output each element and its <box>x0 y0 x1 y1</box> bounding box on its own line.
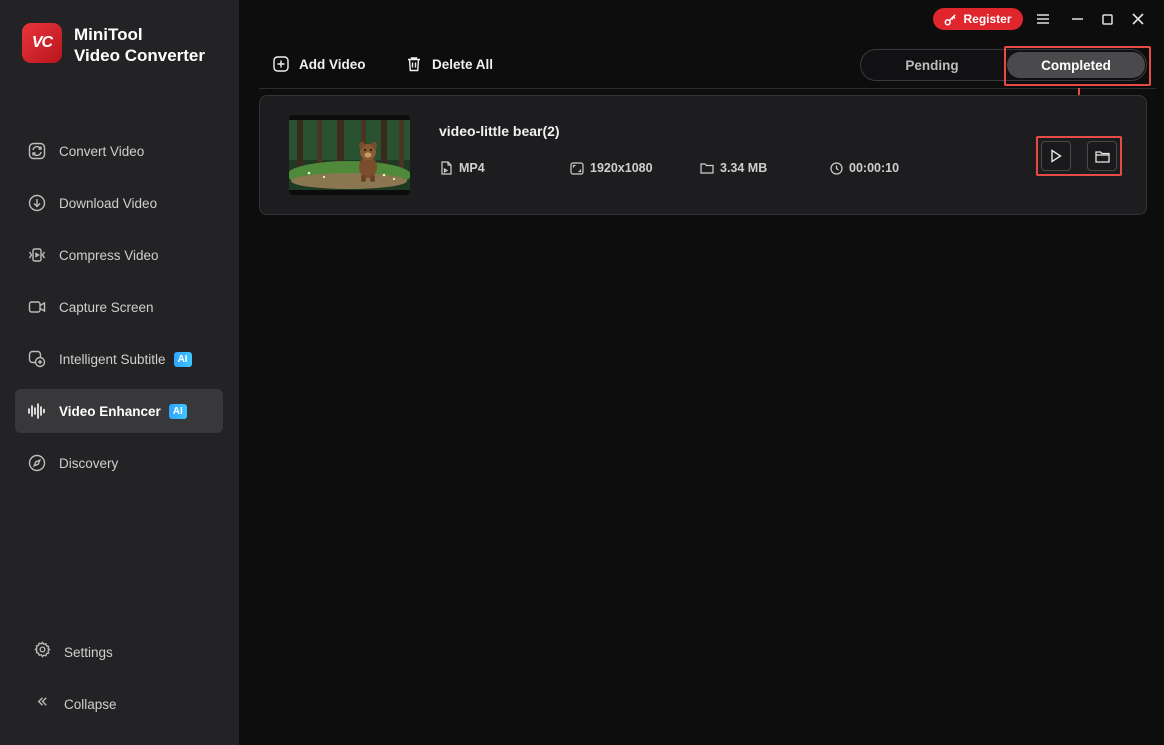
app-title-line2: Video Converter <box>74 46 206 65</box>
gear-icon <box>34 641 51 663</box>
bear-forest-image <box>289 115 410 195</box>
duration-value: 00:00:10 <box>849 161 900 175</box>
clock-icon <box>830 161 843 175</box>
video-thumbnail[interactable] <box>289 115 410 195</box>
sidebar-item-label: Intelligent Subtitle <box>59 351 166 367</box>
tab-completed-label: Completed <box>1041 57 1111 73</box>
sidebar-item-compress-video[interactable]: Compress Video <box>15 233 223 277</box>
sidebar-item-capture-screen[interactable]: Capture Screen <box>15 285 223 329</box>
maximize-button[interactable] <box>1098 10 1116 28</box>
tab-pending[interactable]: Pending <box>861 50 1003 80</box>
key-icon <box>945 13 957 25</box>
register-button[interactable]: Register <box>933 8 1023 30</box>
add-video-label: Add Video <box>299 56 366 72</box>
sidebar-item-intelligent-subtitle[interactable]: Intelligent Subtitle AI <box>15 337 223 381</box>
play-button[interactable] <box>1041 141 1071 171</box>
sidebar: VC MiniTool Video Converter Convert Vide… <box>0 0 239 745</box>
hamburger-icon <box>1037 14 1049 24</box>
compress-icon <box>27 245 47 265</box>
logo-text: VC <box>31 34 53 51</box>
collapse-button[interactable]: Collapse <box>34 693 117 715</box>
subtitle-icon <box>27 349 47 369</box>
toolbar-divider <box>259 88 1156 89</box>
status-tabs: Pending Completed <box>860 49 1147 81</box>
close-icon <box>1132 13 1144 25</box>
delete-all-label: Delete All <box>432 56 494 72</box>
close-button[interactable] <box>1129 10 1147 28</box>
camera-icon <box>27 297 47 317</box>
settings-label: Settings <box>64 644 113 660</box>
minimize-button[interactable] <box>1068 10 1086 28</box>
convert-icon <box>27 141 47 161</box>
sidebar-item-label: Video Enhancer <box>59 403 161 419</box>
duration-info: 00:00:10 <box>830 161 899 175</box>
file-format-icon <box>441 161 452 175</box>
ai-badge: AI <box>168 403 187 419</box>
file-card[interactable]: video-little bear(2) MP4 1920x1080 3.34 … <box>259 95 1147 215</box>
delete-all-button[interactable]: Delete All <box>406 56 493 72</box>
sidebar-item-label: Convert Video <box>59 143 145 159</box>
play-icon <box>1051 149 1062 163</box>
minimize-icon <box>1071 18 1083 20</box>
double-chevron-left-icon <box>34 693 51 715</box>
tab-completed[interactable]: Completed <box>1007 52 1145 78</box>
collapse-label: Collapse <box>64 696 117 712</box>
settings-button[interactable]: Settings <box>34 641 113 663</box>
folder-icon <box>700 163 714 174</box>
register-label: Register <box>963 12 1012 26</box>
app-title: MiniTool Video Converter <box>74 24 205 66</box>
resolution-info: 1920x1080 <box>570 161 653 175</box>
sidebar-nav: Convert Video Download Video Compress Vi… <box>15 129 223 493</box>
menu-button[interactable] <box>1034 10 1052 28</box>
format-value: MP4 <box>459 161 485 175</box>
waveform-icon <box>27 401 47 421</box>
app-logo: VC <box>22 23 62 63</box>
sidebar-item-download-video[interactable]: Download Video <box>15 181 223 225</box>
sidebar-item-video-enhancer[interactable]: Video Enhancer AI <box>15 389 223 433</box>
download-icon <box>27 193 47 213</box>
format-info: MP4 <box>440 161 485 175</box>
sidebar-item-label: Compress Video <box>59 247 159 263</box>
size-info: 3.34 MB <box>700 161 767 175</box>
size-value: 3.34 MB <box>720 161 768 175</box>
resolution-icon <box>570 161 584 175</box>
maximize-icon <box>1101 13 1113 25</box>
tab-pending-label: Pending <box>905 57 959 73</box>
main-panel: Register Add Video Delete All Pending Co… <box>239 0 1164 745</box>
open-folder-button[interactable] <box>1087 141 1117 171</box>
resolution-value: 1920x1080 <box>590 161 653 175</box>
sidebar-item-convert-video[interactable]: Convert Video <box>15 129 223 173</box>
sidebar-item-label: Discovery <box>59 455 119 471</box>
add-icon <box>273 56 289 72</box>
app-title-line1: MiniTool <box>74 25 143 44</box>
file-title: video-little bear(2) <box>439 123 560 139</box>
add-video-button[interactable]: Add Video <box>273 56 366 72</box>
sidebar-item-discovery[interactable]: Discovery <box>15 441 223 485</box>
compass-icon <box>27 453 47 473</box>
sidebar-item-label: Download Video <box>59 195 158 211</box>
ai-badge: AI <box>173 351 192 367</box>
folder-icon <box>1094 150 1110 163</box>
sidebar-item-label: Capture Screen <box>59 299 154 315</box>
trash-icon <box>408 57 420 72</box>
